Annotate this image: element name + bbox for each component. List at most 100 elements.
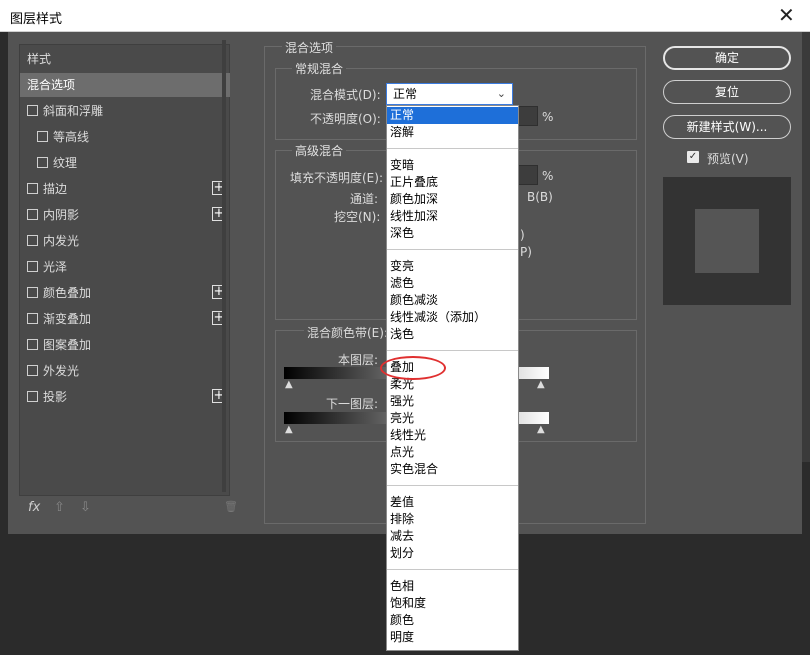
under-layer-white-slider[interactable]: ▲ <box>537 424 545 435</box>
dropdown-separator <box>387 249 518 250</box>
trash-icon[interactable]: 🗑 <box>224 500 238 513</box>
blend-mode-option[interactable]: 差值 <box>387 494 518 511</box>
blend-mode-option[interactable]: 溶解 <box>387 124 518 141</box>
move-up-icon[interactable]: ⇧ <box>54 500 65 515</box>
blend-if-label: 混合颜色带(E): <box>304 324 391 341</box>
style-item[interactable]: 混合选项 <box>20 73 230 97</box>
style-checkbox[interactable] <box>27 183 38 194</box>
style-checkbox[interactable] <box>27 105 38 116</box>
opacity-label: 不透明度(O): <box>310 110 381 127</box>
style-checkbox[interactable] <box>37 157 48 168</box>
style-item[interactable]: 描边+ <box>20 177 230 201</box>
blend-mode-option[interactable]: 线性光 <box>387 427 518 444</box>
this-layer-white-slider[interactable]: ▲ <box>537 379 545 390</box>
fx-icon[interactable]: fx <box>28 500 40 515</box>
opacity-input[interactable] <box>518 106 538 126</box>
blend-mode-option[interactable]: 减去 <box>387 528 518 545</box>
blend-mode-option[interactable]: 正片叠底 <box>387 174 518 191</box>
blend-mode-option[interactable]: 深色 <box>387 225 518 242</box>
option-text-1: ) <box>520 228 525 242</box>
fill-opacity-input[interactable] <box>518 165 538 185</box>
style-item-label: 等高线 <box>53 125 89 149</box>
style-item-label: 颜色叠加 <box>43 281 91 305</box>
style-item-label: 描边 <box>43 177 67 201</box>
blend-mode-option[interactable]: 滤色 <box>387 275 518 292</box>
channel-b-checkbox[interactable]: B(B) <box>527 190 553 204</box>
style-item-label: 斜面和浮雕 <box>43 99 103 123</box>
blend-mode-select[interactable]: 正常 ⌄ <box>386 83 513 105</box>
style-checkbox[interactable] <box>37 131 48 142</box>
style-checkbox[interactable] <box>27 365 38 376</box>
style-checkbox[interactable] <box>27 287 38 298</box>
dropdown-separator <box>387 485 518 486</box>
styles-header[interactable]: 样式 <box>20 47 230 71</box>
style-checkbox[interactable] <box>27 339 38 350</box>
blend-mode-option[interactable]: 正常 <box>387 107 518 124</box>
under-layer-black-slider[interactable]: ▲ <box>285 424 293 435</box>
styles-list: 样式 混合选项斜面和浮雕等高线纹理描边+内阴影+内发光光泽颜色叠加+渐变叠加+图… <box>19 44 230 496</box>
blend-mode-option[interactable]: 浅色 <box>387 326 518 343</box>
preview-label: 预览(V) <box>707 150 749 167</box>
fill-opacity-percent: % <box>542 169 553 183</box>
style-item-label: 渐变叠加 <box>43 307 91 331</box>
style-checkbox[interactable] <box>27 209 38 220</box>
style-checkbox[interactable] <box>27 235 38 246</box>
blend-mode-option[interactable]: 明度 <box>387 629 518 646</box>
blend-mode-option[interactable]: 实色混合 <box>387 461 518 478</box>
blend-mode-option[interactable]: 线性减淡（添加） <box>387 309 518 326</box>
new-style-button[interactable]: 新建样式(W)... <box>663 115 791 139</box>
style-item-label: 图案叠加 <box>43 333 91 357</box>
styles-scrollbar[interactable] <box>222 40 226 492</box>
blend-mode-option[interactable]: 亮光 <box>387 410 518 427</box>
style-checkbox[interactable] <box>27 313 38 324</box>
style-item[interactable]: 内发光 <box>20 229 230 253</box>
style-item-label: 内发光 <box>43 229 79 253</box>
blend-mode-option[interactable]: 饱和度 <box>387 595 518 612</box>
style-item[interactable]: 纹理 <box>20 151 230 175</box>
style-item-label: 纹理 <box>53 151 77 175</box>
reset-button[interactable]: 复位 <box>663 80 791 104</box>
style-item-label: 投影 <box>43 385 67 409</box>
blend-mode-option[interactable]: 点光 <box>387 444 518 461</box>
style-item-label: 光泽 <box>43 255 67 279</box>
under-layer-label: 下一图层: <box>326 395 378 412</box>
move-down-icon[interactable]: ⇩ <box>80 500 91 515</box>
style-item[interactable]: 内阴影+ <box>20 203 230 227</box>
preview-square <box>695 209 759 273</box>
style-item[interactable]: 投影+ <box>20 385 230 409</box>
style-item[interactable]: 渐变叠加+ <box>20 307 230 331</box>
blend-mode-option[interactable]: 划分 <box>387 545 518 562</box>
blend-mode-option[interactable]: 强光 <box>387 393 518 410</box>
advanced-blend-title: 高级混合 <box>292 142 346 159</box>
style-item[interactable]: 图案叠加 <box>20 333 230 357</box>
blend-mode-option[interactable]: 变暗 <box>387 157 518 174</box>
blend-mode-option[interactable]: 变亮 <box>387 258 518 275</box>
annotation-circle <box>380 356 446 380</box>
style-item-label: 混合选项 <box>27 73 75 97</box>
preview-checkbox[interactable]: ✓ <box>687 151 699 163</box>
ok-button[interactable]: 确定 <box>663 46 791 70</box>
fill-opacity-label: 填充不透明度(E): <box>290 169 383 186</box>
style-item[interactable]: 等高线 <box>20 125 230 149</box>
this-layer-black-slider[interactable]: ▲ <box>285 379 293 390</box>
blend-mode-option[interactable]: 颜色 <box>387 612 518 629</box>
blend-mode-option[interactable]: 线性加深 <box>387 208 518 225</box>
this-layer-label: 本图层: <box>338 351 378 368</box>
style-checkbox[interactable] <box>27 391 38 402</box>
dropdown-separator <box>387 569 518 570</box>
style-item[interactable]: 光泽 <box>20 255 230 279</box>
blend-mode-option[interactable]: 颜色加深 <box>387 191 518 208</box>
option-text-2: P) <box>520 245 532 259</box>
style-checkbox[interactable] <box>27 261 38 272</box>
close-icon[interactable]: ✕ <box>778 3 795 27</box>
background-strip <box>802 32 810 462</box>
style-item[interactable]: 颜色叠加+ <box>20 281 230 305</box>
blend-mode-option[interactable]: 排除 <box>387 511 518 528</box>
style-item[interactable]: 斜面和浮雕 <box>20 99 230 123</box>
blend-mode-value: 正常 <box>393 87 417 101</box>
knockout-label: 挖空(N): <box>334 208 380 225</box>
title-bar: 图层样式 ✕ <box>0 0 810 32</box>
blend-mode-option[interactable]: 颜色减淡 <box>387 292 518 309</box>
blend-mode-option[interactable]: 色相 <box>387 578 518 595</box>
style-item[interactable]: 外发光 <box>20 359 230 383</box>
